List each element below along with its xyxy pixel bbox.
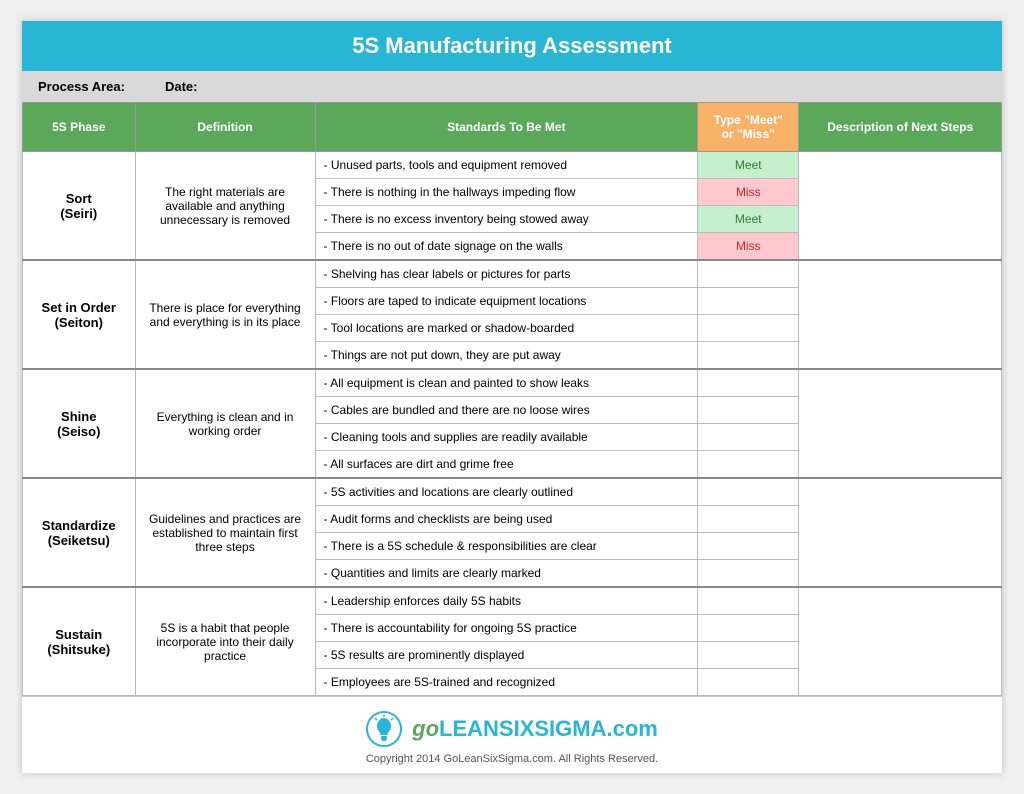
main-title: 5S Manufacturing Assessment — [22, 21, 1002, 71]
definition-cell-2: Everything is clean and in working order — [135, 369, 315, 478]
meet-miss-cell-3-3[interactable] — [698, 560, 799, 588]
meet-miss-cell-1-1[interactable] — [698, 288, 799, 315]
date-label: Date: — [165, 79, 198, 94]
col-header-description: Description of Next Steps — [799, 103, 1002, 152]
standard-cell-4-0: - Leadership enforces daily 5S habits — [315, 587, 698, 615]
process-area-label: Process Area: — [38, 79, 125, 94]
meet-miss-cell-0-2[interactable]: Meet — [698, 206, 799, 233]
meet-miss-cell-2-0[interactable] — [698, 369, 799, 397]
meet-miss-cell-1-2[interactable] — [698, 315, 799, 342]
meet-miss-cell-4-0[interactable] — [698, 587, 799, 615]
meet-miss-cell-2-1[interactable] — [698, 397, 799, 424]
table-row: Set in Order(Seiton)There is place for e… — [23, 260, 1002, 288]
table-row: Standardize(Seiketsu)Guidelines and prac… — [23, 478, 1002, 506]
standard-cell-1-3: - Things are not put down, they are put … — [315, 342, 698, 370]
standard-cell-3-2: - There is a 5S schedule & responsibilit… — [315, 533, 698, 560]
standard-cell-3-1: - Audit forms and checklists are being u… — [315, 506, 698, 533]
standard-cell-1-2: - Tool locations are marked or shadow-bo… — [315, 315, 698, 342]
standard-cell-0-0: - Unused parts, tools and equipment remo… — [315, 152, 698, 179]
meet-miss-cell-3-2[interactable] — [698, 533, 799, 560]
meet-miss-cell-4-3[interactable] — [698, 669, 799, 696]
desc-cell-0[interactable] — [799, 152, 1002, 261]
standard-cell-0-1: - There is nothing in the hallways imped… — [315, 179, 698, 206]
meet-miss-cell-2-2[interactable] — [698, 424, 799, 451]
meet-miss-cell-0-0[interactable]: Meet — [698, 152, 799, 179]
standard-cell-2-0: - All equipment is clean and painted to … — [315, 369, 698, 397]
footer: goLEANSIXSIGMA.com Copyright 2014 GoLean… — [22, 696, 1002, 773]
logo-go: go — [412, 716, 439, 741]
meet-miss-cell-2-3[interactable] — [698, 451, 799, 479]
phase-cell-4: Sustain(Shitsuke) — [23, 587, 136, 696]
col-header-definition: Definition — [135, 103, 315, 152]
col-header-phase: 5S Phase — [23, 103, 136, 152]
standard-cell-0-2: - There is no excess inventory being sto… — [315, 206, 698, 233]
standard-cell-3-3: - Quantities and limits are clearly mark… — [315, 560, 698, 588]
logo-com: .com — [607, 716, 658, 741]
standard-cell-2-2: - Cleaning tools and supplies are readil… — [315, 424, 698, 451]
desc-cell-2[interactable] — [799, 369, 1002, 478]
table-row: Sustain(Shitsuke)5S is a habit that peop… — [23, 587, 1002, 615]
meet-miss-cell-1-0[interactable] — [698, 260, 799, 288]
definition-cell-3: Guidelines and practices are established… — [135, 478, 315, 587]
definition-cell-0: The right materials are available and an… — [135, 152, 315, 261]
definition-cell-1: There is place for everything and everyt… — [135, 260, 315, 369]
standard-cell-3-0: - 5S activities and locations are clearl… — [315, 478, 698, 506]
standard-cell-1-0: - Shelving has clear labels or pictures … — [315, 260, 698, 288]
standard-cell-0-3: - There is no out of date signage on the… — [315, 233, 698, 261]
page-wrapper: 5S Manufacturing Assessment Process Area… — [22, 21, 1002, 773]
definition-cell-4: 5S is a habit that people incorporate in… — [135, 587, 315, 696]
meet-miss-cell-1-3[interactable] — [698, 342, 799, 370]
table-row: Shine(Seiso)Everything is clean and in w… — [23, 369, 1002, 397]
footer-copyright: Copyright 2014 GoLeanSixSigma.com. All R… — [30, 753, 994, 765]
phase-cell-1: Set in Order(Seiton) — [23, 260, 136, 369]
phase-cell-2: Shine(Seiso) — [23, 369, 136, 478]
standard-cell-4-1: - There is accountability for ongoing 5S… — [315, 615, 698, 642]
logo-lean: LEANSIXSIGMA — [439, 716, 606, 741]
col-header-type: Type "Meet" or "Miss" — [698, 103, 799, 152]
footer-logo: goLEANSIXSIGMA.com — [30, 711, 994, 747]
meet-miss-cell-4-2[interactable] — [698, 642, 799, 669]
standard-cell-2-1: - Cables are bundled and there are no lo… — [315, 397, 698, 424]
meet-miss-cell-3-0[interactable] — [698, 478, 799, 506]
meta-row: Process Area: Date: — [22, 71, 1002, 102]
desc-cell-1[interactable] — [799, 260, 1002, 369]
standard-cell-4-3: - Employees are 5S-trained and recognize… — [315, 669, 698, 696]
desc-cell-4[interactable] — [799, 587, 1002, 696]
table-row: Sort(Seiri)The right materials are avail… — [23, 152, 1002, 179]
desc-cell-3[interactable] — [799, 478, 1002, 587]
standard-cell-1-1: - Floors are taped to indicate equipment… — [315, 288, 698, 315]
meet-miss-cell-0-3[interactable]: Miss — [698, 233, 799, 261]
assessment-table: 5S Phase Definition Standards To Be Met … — [22, 102, 1002, 696]
phase-cell-3: Standardize(Seiketsu) — [23, 478, 136, 587]
col-header-standards: Standards To Be Met — [315, 103, 698, 152]
phase-cell-0: Sort(Seiri) — [23, 152, 136, 261]
standard-cell-2-3: - All surfaces are dirt and grime free — [315, 451, 698, 479]
meet-miss-cell-3-1[interactable] — [698, 506, 799, 533]
logo-text: goLEANSIXSIGMA.com — [412, 716, 658, 742]
bulb-icon — [366, 711, 402, 747]
standard-cell-4-2: - 5S results are prominently displayed — [315, 642, 698, 669]
meet-miss-cell-0-1[interactable]: Miss — [698, 179, 799, 206]
meet-miss-cell-4-1[interactable] — [698, 615, 799, 642]
